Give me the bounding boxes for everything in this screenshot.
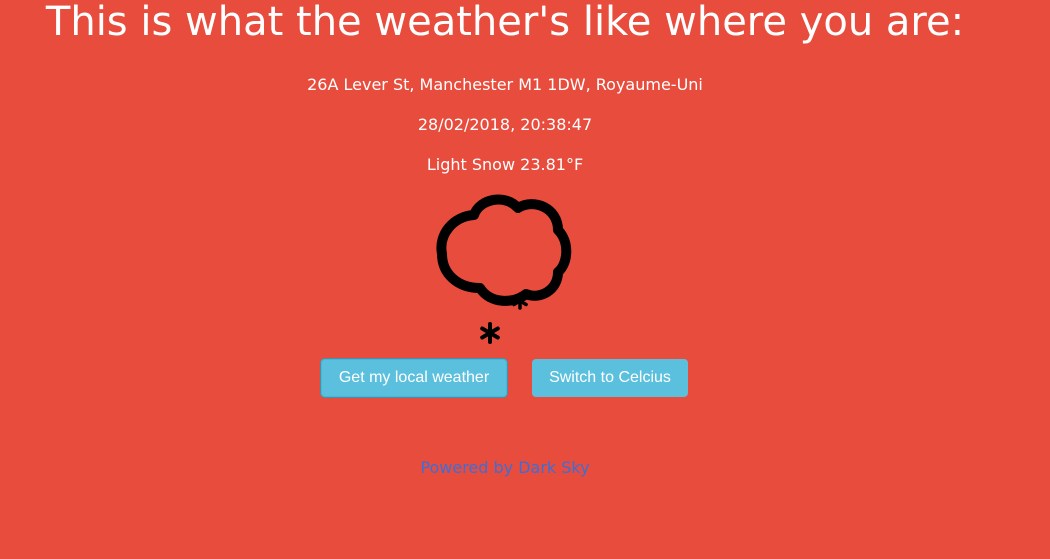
weather-conditions: Light Snow 23.81°F — [426, 155, 584, 174]
page-title: This is what the weather's like where yo… — [45, 0, 965, 45]
local-datetime: 28/02/2018, 20:38:47 — [417, 115, 593, 134]
snow-cloud-icon — [436, 194, 572, 344]
switch-units-button[interactable]: Switch to Celcius — [532, 359, 688, 397]
powered-by-dark-sky-link[interactable]: Powered by Dark Sky — [0, 458, 1010, 478]
location-address: 26A Lever St, Manchester M1 1DW, Royaume… — [307, 75, 703, 94]
get-local-weather-button[interactable]: Get my local weather — [321, 359, 507, 397]
